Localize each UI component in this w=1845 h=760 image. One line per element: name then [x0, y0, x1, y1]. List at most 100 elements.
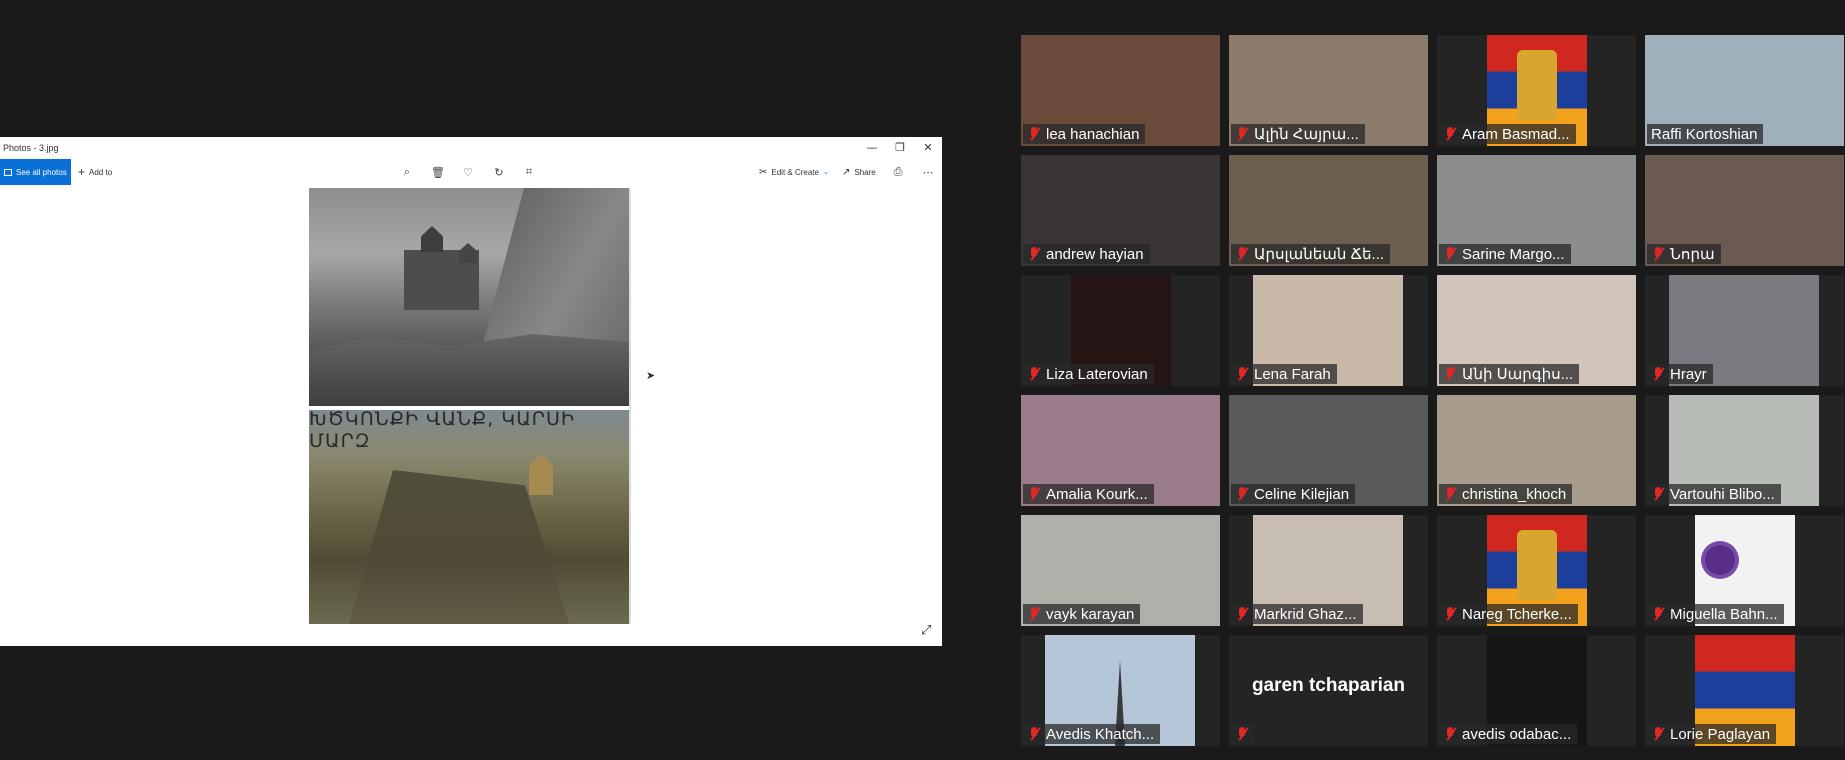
- participant-tile[interactable]: Amalia Kourk...: [1021, 395, 1220, 506]
- participant-display-name: garen tchaparian: [1251, 675, 1406, 696]
- participant-name: Markrid Ghaz...: [1254, 605, 1357, 623]
- participant-name-tag: Markrid Ghaz...: [1231, 604, 1363, 624]
- mic-off-icon: [1027, 246, 1041, 262]
- participant-name-tag: Avedis Khatch...: [1023, 724, 1161, 744]
- edit-create-button[interactable]: ✂ Edit & Create ⌄: [759, 159, 829, 185]
- participant-tile[interactable]: Lorie Paglayan: [1645, 635, 1844, 746]
- participant-tile[interactable]: Aram Basmad...: [1437, 35, 1636, 146]
- participant-tile[interactable]: vayk karayan: [1021, 515, 1220, 626]
- minimize-button[interactable]: —: [857, 139, 887, 157]
- mic-off-icon: [1443, 606, 1457, 622]
- participant-name: Liza Laterovian: [1046, 365, 1148, 383]
- participant-tile[interactable]: lea hanachian: [1021, 35, 1220, 146]
- participant-name-tag: Անի Սարգիս...: [1439, 364, 1580, 384]
- participant-name-tag: avedis odabac...: [1439, 724, 1578, 744]
- forget-me-not-icon: [1705, 545, 1735, 575]
- participant-tile[interactable]: christina_khoch: [1437, 395, 1636, 506]
- participant-name: lea hanachian: [1046, 125, 1140, 143]
- participant-name-tag: Raffi Kortoshian: [1647, 124, 1764, 144]
- mic-off-icon: [1235, 246, 1249, 262]
- coat-of-arms-icon: [1517, 530, 1557, 600]
- participant-tile[interactable]: Celine Kilejian: [1229, 395, 1428, 506]
- participant-name-tag: Amalia Kourk...: [1023, 484, 1154, 504]
- participant-tile[interactable]: Hrayr: [1645, 275, 1844, 386]
- participant-tile[interactable]: Avedis Khatch...: [1021, 635, 1220, 746]
- expand-icon[interactable]: ⤢: [921, 623, 931, 638]
- delete-icon[interactable]: 🗑: [430, 165, 446, 179]
- participant-tile[interactable]: andrew hayian: [1021, 155, 1220, 266]
- mic-off-icon: [1651, 486, 1665, 502]
- mic-off-icon: [1443, 726, 1457, 742]
- print-icon[interactable]: ⎙: [890, 165, 906, 179]
- participant-name-tag: Նորա: [1647, 244, 1721, 264]
- heart-icon[interactable]: ♡: [460, 165, 476, 179]
- participant-tile[interactable]: Miguella Bahn...: [1645, 515, 1844, 626]
- participant-name-tag: lea hanachian: [1023, 124, 1146, 144]
- participant-name: Նորա: [1670, 246, 1715, 263]
- participant-name-tag: Արսլանեան Ճե...: [1231, 244, 1391, 264]
- participant-name-tag: Celine Kilejian: [1231, 484, 1356, 504]
- edit-icon: ✂: [759, 166, 768, 178]
- participant-name: christina_khoch: [1462, 485, 1567, 503]
- photo-image: ԽԾԿՈՆՔԻ ՎԱՆՔ, ԿԱՐՍԻ ՄԱՐԶ: [309, 188, 631, 624]
- restore-button[interactable]: ❐: [885, 139, 915, 157]
- participant-tile[interactable]: Nareg Tcherke...: [1437, 515, 1636, 626]
- participant-name: Aram Basmad...: [1462, 125, 1570, 143]
- participant-name: Անի Սարգիս...: [1462, 366, 1574, 383]
- share-button[interactable]: ↗ Share: [842, 159, 876, 185]
- participant-name: Ալին Հայրա...: [1254, 126, 1359, 143]
- share-icon: ↗: [842, 166, 851, 178]
- participant-name: Raffi Kortoshian: [1651, 125, 1758, 143]
- participant-tile[interactable]: Նորա: [1645, 155, 1844, 266]
- zoom-icon[interactable]: ⌕: [399, 165, 415, 179]
- participant-tile[interactable]: garen tchaparian: [1229, 635, 1428, 746]
- participant-name-tag: Lena Farah: [1231, 364, 1337, 384]
- participant-tile[interactable]: Արսլանեան Ճե...: [1229, 155, 1428, 266]
- participant-tile[interactable]: Անի Սարգիս...: [1437, 275, 1636, 386]
- more-icon[interactable]: ⋯: [920, 165, 936, 179]
- participant-name: andrew hayian: [1046, 245, 1144, 263]
- mic-off-icon: [1443, 486, 1457, 502]
- participant-tile[interactable]: Lena Farah: [1229, 275, 1428, 386]
- mic-off-icon: [1651, 606, 1665, 622]
- crop-icon[interactable]: ⌗: [521, 165, 537, 179]
- participant-name-tag: Aram Basmad...: [1439, 124, 1576, 144]
- edit-create-label: Edit & Create: [771, 167, 819, 177]
- coat-of-arms-icon: [1517, 50, 1557, 120]
- participant-name: vayk karayan: [1046, 605, 1135, 623]
- toolbar: See all photos + Add to ⌕ 🗑 ♡ ↻ ⌗ ✂ Edit…: [0, 159, 942, 185]
- participant-name: Miguella Bahn...: [1670, 605, 1778, 623]
- participant-tile[interactable]: Raffi Kortoshian: [1645, 35, 1844, 146]
- mic-off-icon: [1027, 366, 1041, 382]
- mic-off-icon: [1651, 366, 1665, 382]
- add-to-button[interactable]: + Add to: [78, 159, 112, 185]
- participant-tile[interactable]: Sarine Margo...: [1437, 155, 1636, 266]
- close-button[interactable]: ✕: [913, 139, 943, 157]
- participant-name-tag: Ալին Հայրա...: [1231, 124, 1365, 144]
- participant-name: Lena Farah: [1254, 365, 1331, 383]
- participant-name-tag: Lorie Paglayan: [1647, 724, 1777, 744]
- participant-name: Արսլանեան Ճե...: [1254, 246, 1385, 263]
- participant-tile[interactable]: Liza Laterovian: [1021, 275, 1220, 386]
- participant-name: Hrayr: [1670, 365, 1707, 383]
- participant-name: Vartouhi Blibo...: [1670, 485, 1775, 503]
- participant-tile[interactable]: avedis odabac...: [1437, 635, 1636, 746]
- mic-off-icon: [1027, 126, 1041, 142]
- participant-name-tag: Hrayr: [1647, 364, 1713, 384]
- participant-name-tag: Nareg Tcherke...: [1439, 604, 1578, 624]
- participant-tile[interactable]: Markrid Ghaz...: [1229, 515, 1428, 626]
- plus-icon: +: [78, 165, 86, 179]
- participant-name-tag: christina_khoch: [1439, 484, 1573, 504]
- mic-off-icon: [1235, 486, 1249, 502]
- share-label: Share: [854, 167, 876, 177]
- participant-tile[interactable]: Vartouhi Blibo...: [1645, 395, 1844, 506]
- see-all-label: See all photos: [16, 167, 67, 177]
- see-all-photos-button[interactable]: See all photos: [0, 159, 71, 185]
- participant-name-tag: [1231, 724, 1255, 744]
- mic-off-icon: [1027, 726, 1041, 742]
- photo-caption: ԽԾԿՈՆՔԻ ՎԱՆՔ, ԿԱՐՍԻ ՄԱՐԶ: [309, 408, 575, 452]
- mic-off-icon: [1651, 726, 1665, 742]
- chevron-down-icon: ⌄: [822, 169, 829, 176]
- participant-tile[interactable]: Ալին Հայրա...: [1229, 35, 1428, 146]
- rotate-icon[interactable]: ↻: [491, 165, 507, 179]
